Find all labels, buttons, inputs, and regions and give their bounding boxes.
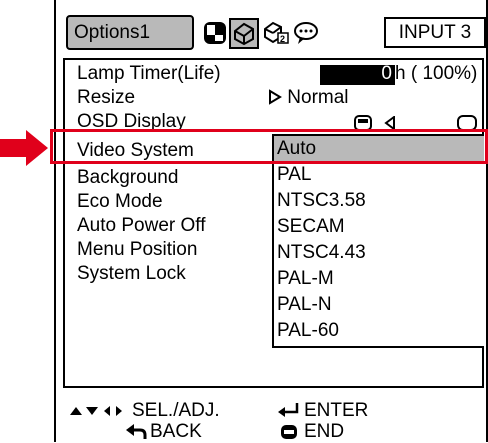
footer-sel-adj: SEL./ADJ. [132, 400, 220, 421]
menu-item-background[interactable]: Background [77, 167, 178, 189]
back-icon [126, 424, 147, 439]
resize-value[interactable]: Normal [268, 87, 349, 109]
navigation-arrows-icon [70, 406, 122, 416]
option-pal-n[interactable]: PAL-N [277, 294, 332, 316]
footer-enter: ENTER [304, 400, 369, 421]
resize-value-text: Normal [287, 87, 349, 108]
menu-item-menu-position[interactable]: Menu Position [77, 239, 197, 261]
enter-icon [278, 403, 299, 417]
option-pal-60[interactable]: PAL-60 [277, 320, 339, 342]
footer-end: END [304, 421, 345, 442]
options2-icon[interactable]: 2 [261, 17, 291, 49]
svg-text:2: 2 [280, 34, 285, 44]
option-secam[interactable]: SECAM [277, 216, 345, 238]
input-indicator: INPUT 3 [384, 17, 486, 48]
option-ntsc358[interactable]: NTSC3.58 [277, 190, 366, 212]
end-icon [281, 425, 297, 439]
picture-icon[interactable] [201, 17, 231, 49]
option-pal-m[interactable]: PAL-M [277, 268, 334, 290]
menu-item-resize[interactable]: Resize [77, 87, 135, 109]
menu-item-system-lock[interactable]: System Lock [77, 263, 186, 285]
right-arrow-icon [269, 89, 282, 105]
video-system-dropdown[interactable]: Auto PAL NTSC3.58 SECAM NTSC4.43 PAL-M P… [272, 134, 484, 348]
lamp-timer-label: Lamp Timer(Life) [77, 63, 221, 84]
lamp-timer-unit: h ( 100%) [395, 63, 478, 84]
footer-back: BACK [150, 421, 202, 442]
tab-options1[interactable]: Options1 [66, 15, 194, 50]
menu-item-eco-mode[interactable]: Eco Mode [77, 191, 163, 213]
osd-menu-window: Options1 2 INPUT 3 Lamp Timer(Life) 0 h … [54, 6, 488, 442]
menu-tab-bar: Options1 2 INPUT 3 [56, 6, 486, 56]
language-icon[interactable] [291, 17, 321, 49]
left-arrow-icon [384, 116, 395, 130]
option-ntsc443[interactable]: NTSC4.43 [277, 242, 366, 264]
menu-item-auto-power-off[interactable]: Auto Power Off [77, 215, 206, 237]
pointer-arrow-icon [0, 130, 48, 166]
options1-icon[interactable] [229, 17, 259, 49]
video-system-highlight-frame [50, 129, 488, 164]
option-pal[interactable]: PAL [277, 164, 312, 186]
lamp-timer-value: 0 [381, 63, 392, 84]
options-panel: Lamp Timer(Life) 0 h ( 100%) Resize Norm… [63, 58, 484, 388]
